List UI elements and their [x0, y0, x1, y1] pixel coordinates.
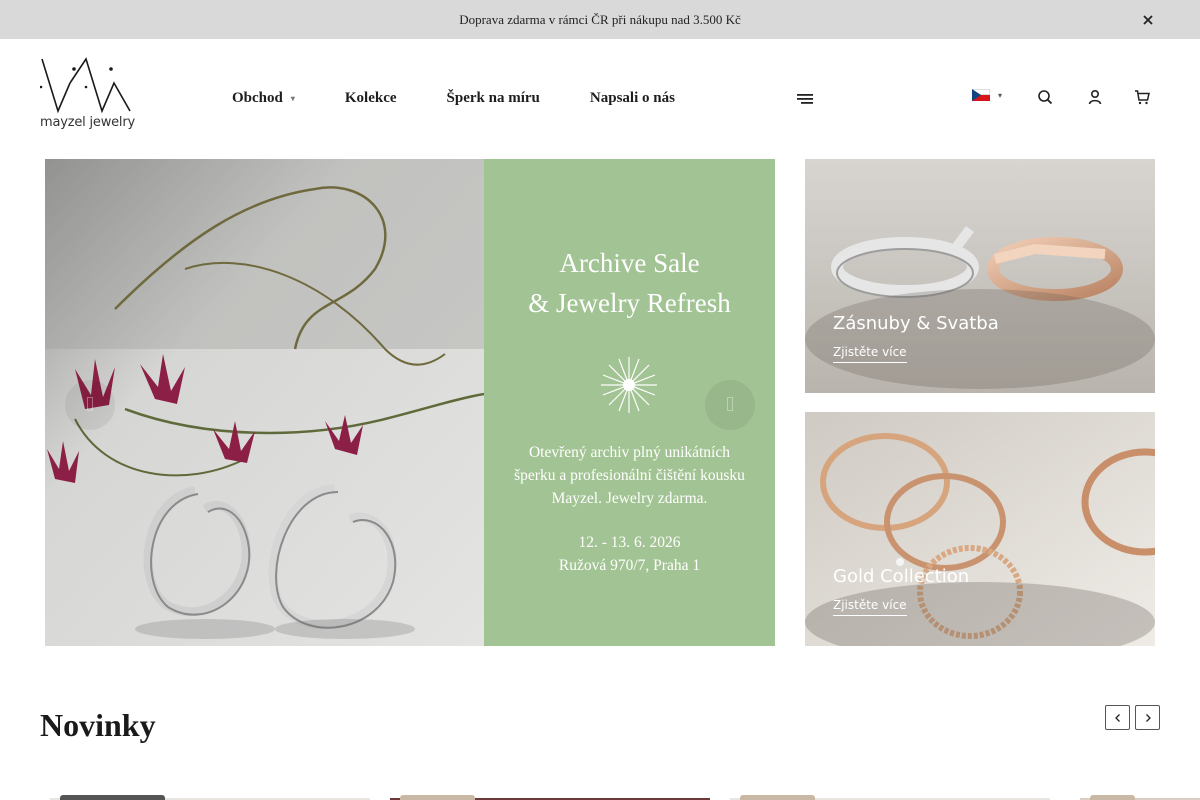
chevron-right-icon — [1145, 713, 1151, 722]
product-card[interactable] — [1080, 795, 1200, 800]
hero-dates: 12. - 13. 6. 2026 Ružová 970/7, Praha 1 — [558, 534, 701, 574]
hero-prev-button[interactable] — [65, 380, 115, 430]
hero-description: Otevřený archiv plný unikátních šperku a… — [514, 444, 745, 507]
nav-item-label: Obchod — [232, 90, 283, 106]
cart-icon[interactable] — [1134, 89, 1150, 105]
search-icon[interactable] — [1037, 89, 1053, 105]
logo-text: mayzel jewelry — [40, 115, 135, 130]
nav-item-sperk-na-miru[interactable]: Šperk na míru — [447, 90, 540, 107]
logo[interactable]: mayzel jewelry — [39, 57, 135, 137]
nav-item-obchod[interactable]: Obchod ▾ — [232, 90, 295, 107]
product-card[interactable] — [390, 795, 710, 800]
language-selector[interactable]: ▾ — [972, 89, 1002, 101]
banner-title: Zásnuby & Svatba — [833, 313, 999, 334]
nav-item-label: Napsali o nás — [589, 90, 675, 106]
announcement-text: Doprava zdarma v rámci ČR při nákupu nad… — [459, 12, 741, 27]
close-icon[interactable] — [1140, 12, 1156, 28]
banner-zasnuby-svatba[interactable]: Zásnuby & Svatba Zjistěte více — [805, 159, 1155, 393]
nav-item-kolekce[interactable]: Kolekce — [345, 90, 397, 107]
slider-prev-button[interactable] — [1105, 705, 1130, 730]
announcement-bar: Doprava zdarma v rámci ČR při nákupu nad… — [0, 0, 1200, 39]
nav-item-label: Šperk na míru — [446, 90, 540, 106]
nav-item-napsali-o-nas[interactable]: Napsali o nás — [590, 90, 675, 107]
product-card[interactable] — [50, 795, 370, 800]
cz-flag-icon — [972, 89, 990, 101]
user-icon[interactable] — [1087, 89, 1103, 105]
banner-link[interactable]: Zjistěte více — [833, 598, 907, 616]
banner-title: Gold Collection — [833, 566, 970, 587]
slider-next-button[interactable] — [1135, 705, 1160, 730]
menu-icon[interactable] — [796, 92, 814, 106]
chevron-down-icon: ▾ — [998, 90, 1003, 100]
hero-slider[interactable]: Archive Sale & Jewelry Refresh Otevřený … — [45, 159, 775, 646]
nav-item-label: Kolekce — [344, 90, 397, 106]
hero-title: Archive Sale & Jewelry Refresh — [528, 248, 731, 318]
sparkle-icon — [599, 355, 659, 415]
chevron-down-icon: ▾ — [290, 94, 295, 103]
product-card[interactable] — [730, 795, 1050, 800]
chevron-left-icon — [1114, 713, 1120, 722]
hero-next-button[interactable] — [705, 380, 755, 430]
main-nav: Obchod ▾ Kolekce Šperk na míru Napsali o… — [232, 90, 725, 107]
section-title-novinky: Novinky — [40, 707, 156, 743]
banner-link[interactable]: Zjistěte více — [833, 345, 907, 363]
banner-gold-collection[interactable]: Gold Collection Zjistěte více — [805, 412, 1155, 646]
